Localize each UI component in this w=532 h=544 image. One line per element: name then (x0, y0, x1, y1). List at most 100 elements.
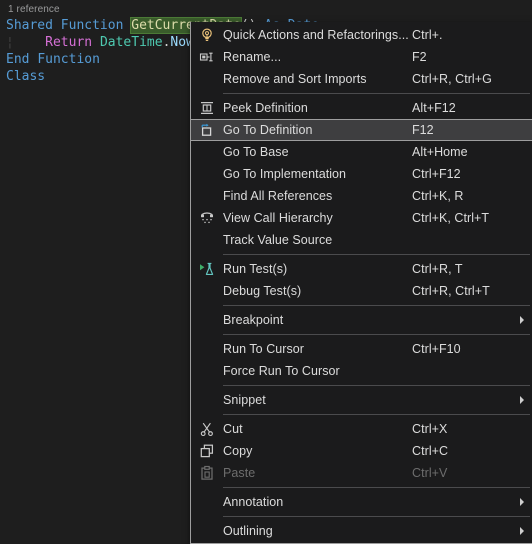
menu-item-label: Rename... (223, 50, 282, 64)
menu-item-shortcut: Ctrl+C (412, 444, 449, 458)
menu-item-shortcut: Alt+Home (412, 145, 468, 159)
menu-item-shortcut: Ctrl+R, Ctrl+T (412, 284, 490, 298)
menu-item-label: Run To Cursor (223, 342, 305, 356)
paste-icon (191, 462, 223, 484)
submenu-arrow-icon (512, 315, 532, 325)
menu-item-label: Go To Definition (223, 123, 313, 137)
menu-item-icon-slot (191, 491, 223, 513)
menu-item-label: Run Test(s) (223, 262, 288, 276)
code-token: End (6, 52, 30, 67)
menu-item-find-all-references[interactable]: Find All References Ctrl+K, R (191, 185, 532, 207)
go-to-definition-icon (191, 120, 223, 140)
menu-item-label: Peek Definition (223, 101, 308, 115)
menu-item-force-run-to-cursor[interactable]: Force Run To Cursor (191, 360, 532, 382)
code-token: Class (6, 69, 46, 84)
menu-item-icon-slot (191, 389, 223, 411)
submenu-arrow-icon (512, 395, 532, 405)
menu-item-shortcut: Alt+F12 (412, 101, 456, 115)
menu-separator (223, 334, 530, 335)
code-token: Return (45, 35, 93, 50)
menu-item-label: Remove and Sort Imports (223, 72, 367, 86)
menu-item-copy[interactable]: Copy Ctrl+C (191, 440, 532, 462)
menu-item-icon-slot (191, 185, 223, 207)
vs-editor-window: 1 reference Shared Function GetCurrentDa… (0, 0, 532, 544)
menu-item-view-call-hierarchy[interactable]: View Call Hierarchy Ctrl+K, Ctrl+T (191, 207, 532, 229)
menu-separator (223, 414, 530, 415)
menu-item-label: Go To Base (223, 145, 289, 159)
menu-item-peek-definition[interactable]: Peek Definition Alt+F12 (191, 97, 532, 119)
menu-item-run-to-cursor[interactable]: Run To Cursor Ctrl+F10 (191, 338, 532, 360)
menu-item-paste: Paste Ctrl+V (191, 462, 532, 484)
menu-item-go-to-base[interactable]: Go To Base Alt+Home (191, 141, 532, 163)
menu-item-icon-slot (191, 141, 223, 163)
menu-item-label: Debug Test(s) (223, 284, 302, 298)
menu-item-icon-slot (191, 163, 223, 185)
code-token: Function (37, 52, 100, 67)
menu-item-go-to-definition[interactable]: Go To Definition F12 (191, 119, 532, 141)
call-hierarchy-icon (191, 207, 223, 229)
menu-item-icon-slot (191, 360, 223, 382)
menu-item-shortcut: Ctrl+R, T (412, 262, 463, 276)
menu-separator (223, 305, 530, 306)
menu-item-go-to-implementation[interactable]: Go To Implementation Ctrl+F12 (191, 163, 532, 185)
code-token: Shared (6, 18, 53, 33)
code-token: Function (60, 18, 124, 33)
menu-item-label: Force Run To Cursor (223, 364, 340, 378)
menu-separator (223, 385, 530, 386)
menu-item-quick-actions-and-refactorings[interactable]: Quick Actions and Refactorings... Ctrl+. (191, 24, 532, 46)
menu-item-label: Go To Implementation (223, 167, 347, 181)
menu-item-label: Breakpoint (223, 313, 284, 327)
menu-item-label: Copy (223, 444, 253, 458)
menu-item-icon-slot (191, 338, 223, 360)
menu-item-label: Paste (223, 466, 256, 480)
menu-item-snippet[interactable]: Snippet (191, 389, 532, 411)
menu-item-track-value-source[interactable]: Track Value Source (191, 229, 532, 251)
menu-item-icon-slot (191, 280, 223, 302)
menu-separator (223, 516, 530, 517)
copy-icon (191, 440, 223, 462)
menu-item-label: Quick Actions and Refactorings... (223, 28, 409, 42)
codelens-reference-count[interactable]: 1 reference (8, 4, 60, 15)
menu-item-shortcut: Ctrl+R, Ctrl+G (412, 72, 492, 86)
menu-item-shortcut: F12 (412, 123, 434, 137)
menu-item-cut[interactable]: Cut Ctrl+X (191, 418, 532, 440)
menu-item-label: Outlining (223, 524, 273, 538)
lightbulb-icon (191, 24, 223, 46)
menu-item-shortcut: Ctrl+F10 (412, 342, 461, 356)
menu-item-label: Cut (223, 422, 243, 436)
submenu-arrow-icon (512, 497, 532, 507)
menu-item-label: Snippet (223, 393, 266, 407)
menu-item-shortcut: Ctrl+K, R (412, 189, 464, 203)
editor-context-menu[interactable]: Quick Actions and Refactorings... Ctrl+. … (190, 22, 532, 544)
menu-item-icon-slot (191, 229, 223, 251)
run-test-icon (191, 258, 223, 280)
menu-item-run-tests[interactable]: Run Test(s) Ctrl+R, T (191, 258, 532, 280)
rename-icon (191, 46, 223, 68)
menu-item-rename[interactable]: Rename... F2 (191, 46, 532, 68)
peek-definition-icon (191, 97, 223, 119)
menu-item-label: Find All References (223, 189, 333, 203)
menu-item-annotation[interactable]: Annotation (191, 491, 532, 513)
menu-separator (223, 487, 530, 488)
menu-item-icon-slot (191, 309, 223, 331)
menu-item-shortcut: F2 (412, 50, 427, 64)
menu-item-shortcut: Ctrl+. (412, 28, 443, 42)
menu-separator (223, 93, 530, 94)
menu-item-label: Track Value Source (223, 233, 333, 247)
scissors-icon (191, 418, 223, 440)
menu-item-debug-tests[interactable]: Debug Test(s) Ctrl+R, Ctrl+T (191, 280, 532, 302)
menu-item-breakpoint[interactable]: Breakpoint (191, 309, 532, 331)
menu-item-label: View Call Hierarchy (223, 211, 333, 225)
menu-item-label: Annotation (223, 495, 284, 509)
menu-item-remove-and-sort-imports[interactable]: Remove and Sort Imports Ctrl+R, Ctrl+G (191, 68, 532, 90)
menu-item-shortcut: Ctrl+K, Ctrl+T (412, 211, 490, 225)
code-token: DateTime (99, 35, 163, 50)
menu-item-outlining[interactable]: Outlining (191, 520, 532, 542)
code-token: ¦ (6, 35, 14, 50)
menu-item-icon-slot (191, 520, 223, 542)
menu-separator (223, 254, 530, 255)
menu-item-shortcut: Ctrl+X (412, 422, 448, 436)
